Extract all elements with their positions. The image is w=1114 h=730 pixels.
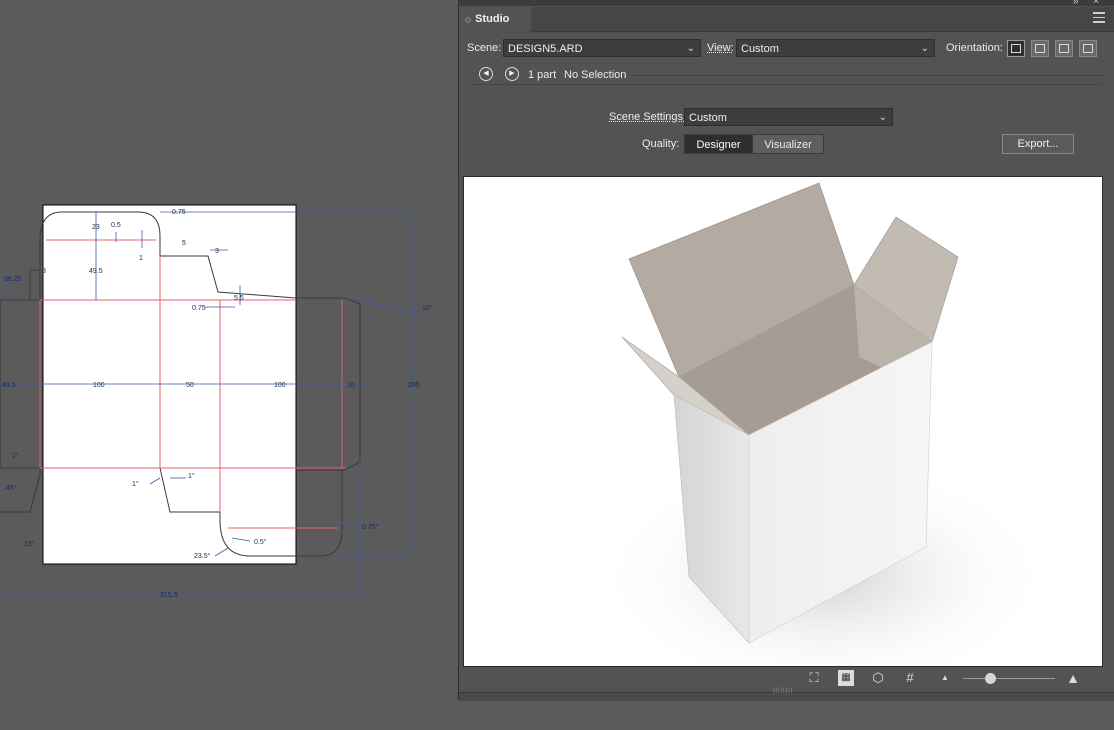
- dim-label: 16: [347, 382, 355, 389]
- chevron-down-icon: ⌄: [878, 112, 887, 123]
- window-controls[interactable]: » ×: [1073, 0, 1105, 7]
- viewport-toolbar: ⛶ ▦ ⬡ # ▲ ▲: [459, 668, 1114, 690]
- dim-label: 0.75: [192, 305, 206, 312]
- panel-title-strip: [459, 0, 1114, 6]
- chevron-down-icon: ⌄: [686, 43, 695, 54]
- orientation-side-icon: [1059, 44, 1069, 53]
- orientation-back-icon: [1083, 44, 1093, 53]
- box-view-icon[interactable]: ⬡: [870, 670, 886, 686]
- parts-count: 1 part: [528, 69, 557, 81]
- dieline-drawing: 23 0.5 1 0.75 5 3 49.5 36.25 8 5.5 0.75 …: [0, 204, 433, 599]
- export-button[interactable]: Export...: [1002, 134, 1074, 154]
- scene-label: Scene:: [467, 42, 502, 54]
- dim-label: 0.5: [111, 222, 121, 229]
- dim-label: 10°: [422, 304, 433, 312]
- dim-label: 8: [42, 268, 46, 275]
- orientation-top-icon: [1011, 44, 1021, 53]
- scene-dropdown-value: DESIGN5.ARD: [508, 43, 583, 55]
- tab-bar: [531, 7, 1114, 32]
- dim-label: 13°: [24, 540, 35, 548]
- orientation-side-button[interactable]: [1055, 40, 1073, 57]
- render-mode-icon[interactable]: ▦: [838, 670, 854, 686]
- dim-label: 50: [186, 382, 194, 389]
- resize-grip-icon[interactable]: ||||||||: [772, 688, 794, 694]
- zoom-slider-knob[interactable]: [985, 673, 997, 684]
- 3d-box-render: [594, 182, 1054, 666]
- orientation-top-button[interactable]: [1007, 40, 1025, 57]
- dim-label: 2°: [12, 452, 19, 460]
- orientation-front-button[interactable]: [1031, 40, 1049, 57]
- zoom-in-icon[interactable]: ▲: [1065, 670, 1081, 686]
- dim-label: 36.25: [4, 276, 22, 283]
- dim-label: 23.5°: [194, 552, 211, 560]
- orientation-back-button[interactable]: [1079, 40, 1097, 57]
- tab-studio[interactable]: ◇ Studio: [461, 7, 531, 31]
- scene-settings-dropdown[interactable]: Custom ⌄: [684, 108, 893, 126]
- dim-label: 0.5°: [254, 538, 267, 546]
- selection-status: No Selection: [564, 69, 627, 81]
- dim-label: 5: [182, 240, 186, 247]
- prev-icon: ◀: [483, 70, 489, 77]
- panel-menu-icon[interactable]: [1093, 12, 1105, 26]
- quality-label: Quality:: [642, 138, 680, 150]
- tab-studio-label: Studio: [475, 13, 510, 25]
- scene-settings-group: [469, 84, 1103, 171]
- zoom-out-icon[interactable]: ▲: [937, 670, 953, 686]
- quality-visualizer-button[interactable]: Visualizer: [752, 134, 824, 154]
- dim-label: 1°: [132, 480, 139, 488]
- next-part-button[interactable]: ▶: [505, 67, 519, 81]
- 3d-viewport[interactable]: [463, 176, 1103, 667]
- dim-label: 49.5: [89, 268, 103, 275]
- chevron-down-icon: ⌄: [920, 43, 929, 54]
- dim-label: 0.75°: [362, 523, 379, 531]
- dim-label: 3: [215, 248, 219, 255]
- dim-label: 100: [274, 382, 286, 389]
- scene-dropdown[interactable]: DESIGN5.ARD ⌄: [503, 39, 701, 57]
- dim-label: 49.5: [2, 382, 16, 389]
- fit-view-icon[interactable]: ⛶: [806, 670, 822, 686]
- dim-label: 100: [93, 382, 105, 389]
- view-dropdown[interactable]: Custom ⌄: [736, 39, 935, 57]
- scene-settings-label: Scene Settings:: [609, 111, 687, 123]
- quality-designer-button[interactable]: Designer: [684, 134, 753, 154]
- view-dropdown-value: Custom: [741, 43, 779, 55]
- dim-label: 23: [92, 224, 100, 231]
- scene-settings-value: Custom: [689, 112, 727, 124]
- prev-part-button[interactable]: ◀: [479, 67, 493, 81]
- divider: [629, 75, 1105, 76]
- next-icon: ▶: [509, 70, 515, 77]
- dim-label: 285: [408, 382, 420, 389]
- dieline-canvas[interactable]: 23 0.5 1 0.75 5 3 49.5 36.25 8 5.5 0.75 …: [0, 0, 458, 730]
- collapse-chevron-icon[interactable]: ◇: [465, 15, 471, 24]
- dim-label: 45°: [6, 484, 17, 492]
- dim-label: 1: [139, 255, 143, 262]
- view-label: View:: [707, 42, 734, 54]
- dim-label: 315.5: [160, 592, 178, 599]
- dim-label: 0.75: [172, 209, 186, 216]
- grid-icon[interactable]: #: [902, 670, 918, 686]
- dim-label: 5.5: [234, 295, 244, 302]
- studio-panel: » × ◇ Studio Scene: DESIGN5.ARD ⌄ View: C…: [458, 0, 1114, 701]
- dim-label: 1°: [188, 472, 195, 480]
- orientation-label: Orientation:: [946, 42, 1003, 54]
- zoom-slider[interactable]: [963, 678, 1055, 679]
- orientation-front-icon: [1035, 44, 1045, 53]
